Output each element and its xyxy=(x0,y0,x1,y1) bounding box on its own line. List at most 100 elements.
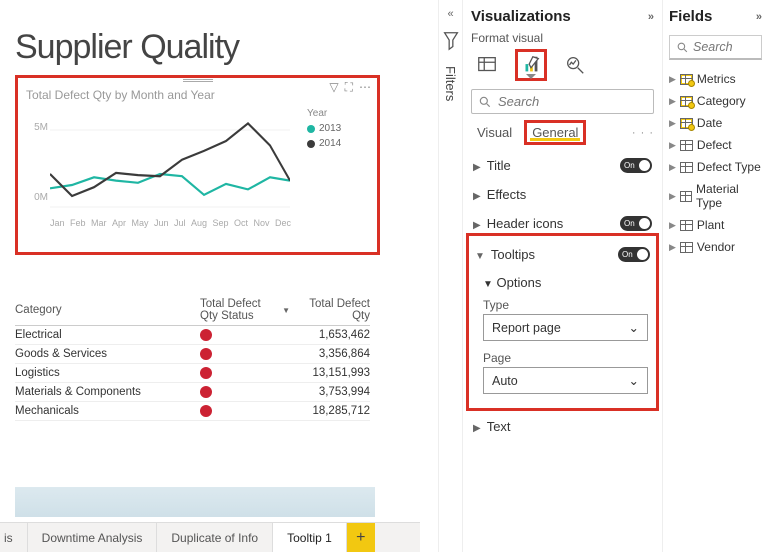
status-dot-icon xyxy=(200,329,212,341)
section-effects[interactable]: ▶Effects xyxy=(471,180,654,209)
status-dot-icon xyxy=(200,386,212,398)
build-visual-icon[interactable] xyxy=(473,51,501,79)
focus-mode-icon[interactable]: ⛶ xyxy=(345,80,353,95)
field-table[interactable]: ▶Metrics xyxy=(669,68,762,90)
page-tab[interactable]: Duplicate of Info xyxy=(157,523,273,552)
page-tab[interactable]: is xyxy=(0,523,28,552)
chevron-right-icon: ▶ xyxy=(669,220,676,231)
format-visual-label: Format visual xyxy=(471,31,654,45)
table-icon xyxy=(680,74,693,85)
bookmark-icon[interactable] xyxy=(440,30,462,52)
fields-panel-title: Fields xyxy=(669,8,712,25)
drag-handle-icon[interactable] xyxy=(183,78,213,82)
fields-panel: Fields » Search ▶Metrics ▶Category ▶Date… xyxy=(662,0,768,552)
fields-search-input[interactable]: Search xyxy=(669,35,762,60)
chevron-right-icon: ▶ xyxy=(473,191,481,202)
chevron-right-icon: ▶ xyxy=(473,423,481,434)
section-options[interactable]: ▼ Options xyxy=(473,269,652,292)
status-dot-icon xyxy=(200,405,212,417)
field-table[interactable]: ▶Material Type xyxy=(669,178,762,214)
format-search-input[interactable]: Search xyxy=(471,89,654,114)
chevron-right-icon: ▶ xyxy=(473,162,481,173)
chevron-right-icon: ▶ xyxy=(473,220,481,231)
tooltip-page-dropdown[interactable]: Auto⌄ xyxy=(483,367,648,394)
more-options-icon[interactable]: ⋯ xyxy=(359,80,371,95)
title-toggle[interactable]: On xyxy=(620,158,652,173)
tab-general[interactable]: General xyxy=(526,122,584,143)
page-tabs: is Downtime Analysis Duplicate of Info T… xyxy=(0,522,420,552)
chevron-right-icon: ▶ xyxy=(669,162,676,173)
table-header-row: Category Total Defect Qty Status ▼ Total… xyxy=(15,295,370,326)
table-icon xyxy=(680,191,692,202)
sort-caret-icon[interactable]: ▼ xyxy=(282,306,290,315)
category-table[interactable]: Category Total Defect Qty Status ▼ Total… xyxy=(15,295,370,421)
table-icon xyxy=(680,242,693,253)
chevron-down-icon: ⌄ xyxy=(629,320,639,335)
table-row[interactable]: Materials & Components3,753,994 xyxy=(15,383,370,402)
col-status[interactable]: Total Defect Qty Status ▼ xyxy=(200,298,290,322)
filter-icon[interactable]: ▽ xyxy=(329,80,338,95)
table-icon xyxy=(680,220,693,231)
tooltips-toggle[interactable]: On xyxy=(618,247,650,262)
format-visual-icon[interactable] xyxy=(517,51,545,79)
chart-plot-area[interactable]: 5M 0M xyxy=(26,108,299,218)
page-tab-active[interactable]: Tooltip 1 xyxy=(273,523,347,552)
collapse-right-icon[interactable]: » xyxy=(756,11,762,23)
tab-visual[interactable]: Visual xyxy=(471,122,518,143)
y-tick: 0M xyxy=(34,192,48,203)
legend-item[interactable]: 2013 xyxy=(307,123,369,134)
viz-panel-title: Visualizations xyxy=(471,8,571,25)
table-icon xyxy=(680,140,693,151)
search-icon xyxy=(676,41,689,54)
field-table[interactable]: ▶Date xyxy=(669,112,762,134)
chevron-down-icon: ⌄ xyxy=(629,373,639,388)
chevron-down-icon: ▼ xyxy=(475,251,485,262)
field-table[interactable]: ▶Vendor xyxy=(669,236,762,258)
visualizations-panel: Visualizations » Format visual Search Vi… xyxy=(462,0,662,552)
chevron-right-icon: ▶ xyxy=(669,96,676,107)
analytics-icon[interactable] xyxy=(561,51,589,79)
y-tick: 5M xyxy=(34,122,48,133)
section-text[interactable]: ▶Text xyxy=(471,412,654,441)
field-table[interactable]: ▶Defect Type xyxy=(669,156,762,178)
col-category[interactable]: Category xyxy=(15,304,200,316)
chevron-right-icon: ▶ xyxy=(669,140,676,151)
legend-item[interactable]: 2014 xyxy=(307,138,369,149)
tabs-overflow-icon[interactable]: · · · xyxy=(632,127,654,139)
map-visual[interactable] xyxy=(15,487,375,517)
tooltip-type-dropdown[interactable]: Report page⌄ xyxy=(483,314,648,341)
section-tooltips[interactable]: ▼Tooltips On xyxy=(473,240,652,269)
line-chart-visual[interactable]: ▽ ⛶ ⋯ Total Defect Qty by Month and Year… xyxy=(15,75,380,255)
chart-title: Total Defect Qty by Month and Year xyxy=(26,88,369,102)
collapse-right-icon[interactable]: » xyxy=(648,11,654,23)
section-header-icons[interactable]: ▶Header icons On xyxy=(471,209,654,238)
table-icon xyxy=(680,118,693,129)
status-dot-icon xyxy=(200,367,212,379)
search-icon xyxy=(478,95,492,109)
field-table[interactable]: ▶Defect xyxy=(669,134,762,156)
chevron-right-icon: ▶ xyxy=(669,191,676,202)
table-icon xyxy=(680,96,693,107)
field-table[interactable]: ▶Plant xyxy=(669,214,762,236)
field-table[interactable]: ▶Category xyxy=(669,90,762,112)
legend-title: Year xyxy=(307,108,369,119)
filters-pane-collapsed[interactable]: « Filters xyxy=(438,0,462,552)
section-title[interactable]: ▶Title On xyxy=(471,151,654,180)
chart-legend: Year 2013 2014 xyxy=(299,108,369,218)
table-icon xyxy=(680,162,693,173)
filters-label: Filters xyxy=(443,66,458,101)
table-row[interactable]: Mechanicals18,285,712 xyxy=(15,402,370,421)
table-row[interactable]: Logistics13,151,993 xyxy=(15,364,370,383)
report-title: Supplier Quality xyxy=(15,28,423,67)
search-placeholder: Search xyxy=(498,94,539,109)
chevron-right-icon: ▶ xyxy=(669,242,676,253)
tooltip-page-label: Page xyxy=(473,345,652,367)
expand-left-icon[interactable]: « xyxy=(447,8,453,20)
header-icons-toggle[interactable]: On xyxy=(620,216,652,231)
table-row[interactable]: Goods & Services3,356,864 xyxy=(15,345,370,364)
col-qty[interactable]: Total Defect Qty xyxy=(290,298,370,322)
add-page-button[interactable]: + xyxy=(347,523,375,552)
section-tooltips-block: ▼Tooltips On ▼ Options Type Report page⌄… xyxy=(471,238,654,406)
page-tab[interactable]: Downtime Analysis xyxy=(28,523,158,552)
table-row[interactable]: Electrical1,653,462 xyxy=(15,326,370,345)
